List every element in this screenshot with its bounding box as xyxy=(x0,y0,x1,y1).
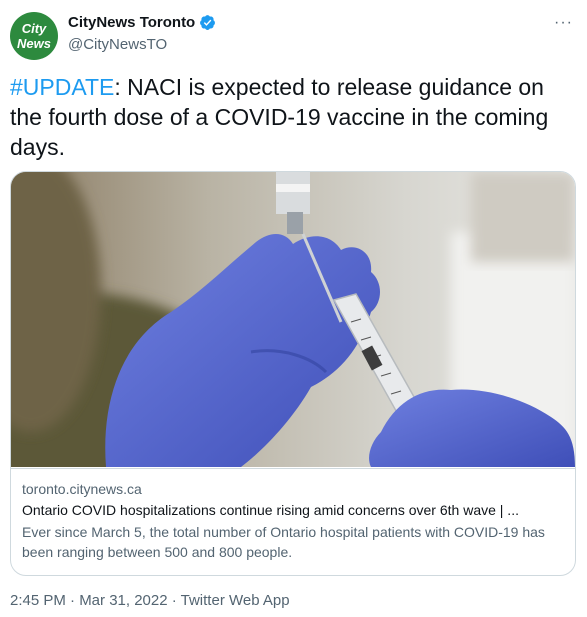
avatar[interactable]: City News xyxy=(10,12,58,60)
tweet-timestamp[interactable]: 2:45 PM · Mar 31, 2022 · Twitter Web App xyxy=(10,592,290,609)
display-name-row[interactable]: CityNews Toronto xyxy=(68,14,216,31)
vaccine-syringe-photo[interactable] xyxy=(11,172,575,467)
tweet-text: #UPDATE: NACI is expected to release gui… xyxy=(10,72,570,162)
handle[interactable]: @CityNewsTO xyxy=(68,36,216,53)
card-text-area: toronto.citynews.ca Ontario COVID hospit… xyxy=(11,468,575,575)
hashtag-link[interactable]: #UPDATE xyxy=(10,74,114,100)
link-preview-card[interactable]: toronto.citynews.ca Ontario COVID hospit… xyxy=(10,171,576,576)
avatar-text-news: News xyxy=(17,35,51,51)
more-options-icon[interactable]: ··· xyxy=(554,14,573,32)
display-name[interactable]: CityNews Toronto xyxy=(68,14,195,31)
author-names: CityNews Toronto @CityNewsTO xyxy=(68,14,216,53)
card-description: Ever since March 5, the total number of … xyxy=(22,524,545,560)
tweet-header: City News CityNews Toronto @CityNewsTO ·… xyxy=(10,10,577,66)
avatar-text-city: City xyxy=(21,20,47,36)
verified-badge-icon xyxy=(200,15,216,30)
card-title[interactable]: Ontario COVID hospitalizations continue … xyxy=(22,502,562,518)
card-domain: toronto.citynews.ca xyxy=(22,481,142,497)
